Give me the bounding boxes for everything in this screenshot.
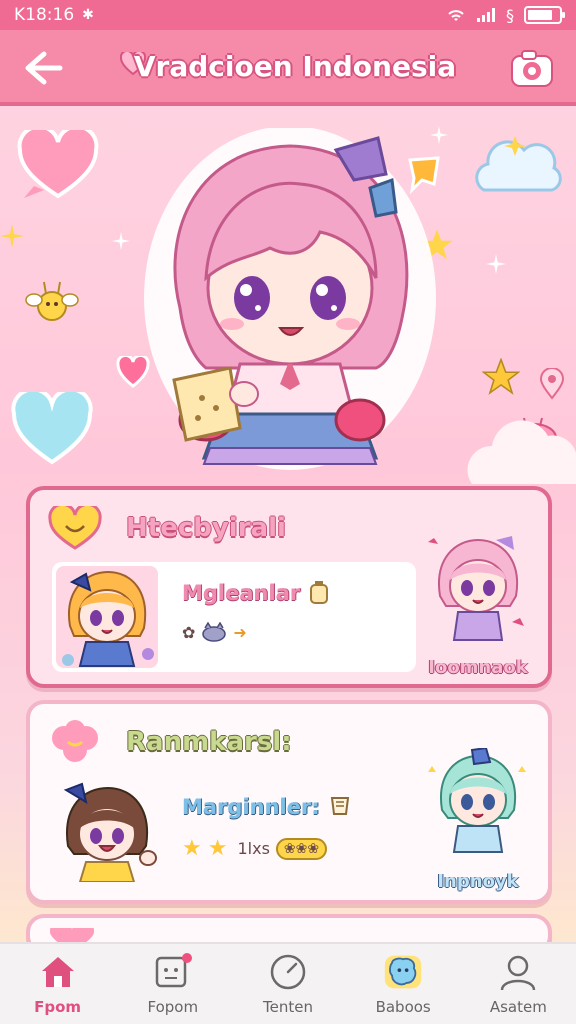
- sparkle-icon: [112, 232, 130, 250]
- chibi-girl-illustration: [144, 128, 436, 470]
- app-bar: Vradcioen Indonesia: [0, 30, 576, 106]
- nav-item-profile[interactable]: Asatem: [468, 952, 568, 1016]
- camera-button[interactable]: [508, 44, 556, 92]
- bee-icon: [25, 281, 79, 321]
- person-icon: [498, 952, 538, 992]
- lantern-icon: [310, 581, 329, 604]
- home-icon: [38, 952, 78, 992]
- sparkle-icon: [0, 224, 24, 248]
- item-rating: ★ ★ 1lxs ❀❀❀: [182, 836, 328, 861]
- sync-icon: §: [506, 5, 514, 25]
- card-header: Htecbyirali: [48, 506, 286, 550]
- teal-hair-chibi-avatar: [428, 746, 526, 853]
- face-icon: [383, 952, 423, 992]
- card-title: Ranmkarsl:: [126, 727, 292, 757]
- pink-chibi-avatar: [428, 536, 524, 641]
- status-bar: K18:16 ✱ §: [0, 0, 576, 30]
- nav-item-face[interactable]: Baboos: [353, 952, 453, 1016]
- arrow-right-icon: ➜: [233, 622, 247, 642]
- nav-label: Fpom: [34, 998, 82, 1016]
- nav-item-chat[interactable]: Fopom: [123, 952, 223, 1016]
- clock-icon: [268, 952, 308, 992]
- side-character-label: Inpnoyk: [437, 871, 519, 892]
- item-thumbnail: [56, 780, 158, 882]
- chat-icon: [153, 952, 193, 992]
- blue-heart-icon: [11, 392, 93, 465]
- side-character[interactable]: Ioomnaok: [426, 534, 530, 684]
- location-pin-icon: [539, 368, 565, 400]
- category-card[interactable]: Htecbyirali Mgleanlar ✿ ➜ Ioomnaok: [26, 486, 552, 688]
- battery-fill: [528, 10, 552, 20]
- flower-heart-icon: [52, 720, 98, 762]
- nav-item-home[interactable]: Fpom: [8, 952, 108, 1016]
- gear-icon: ✱: [82, 7, 94, 23]
- side-character-label: Ioomnaok: [428, 657, 528, 678]
- nav-item-clock[interactable]: Tenten: [238, 952, 338, 1016]
- signal-icon: [477, 8, 495, 22]
- side-character[interactable]: Inpnoyk: [426, 746, 530, 898]
- shell-icon: [330, 797, 349, 815]
- smiley-heart-icon: [48, 506, 102, 550]
- item-name: Marginnler:: [182, 794, 352, 820]
- brown-hair-chibi-avatar: [63, 782, 157, 882]
- app-title-text: Vradcioen Indonesia: [133, 49, 457, 83]
- bottom-navigation: Fpom Fopom Tenten Baboos Asatem: [0, 942, 576, 1024]
- pink-heart-bubble-icon: [17, 130, 99, 199]
- sparkle-icon: [486, 254, 506, 274]
- battery-icon: [524, 6, 565, 24]
- item-icons: ✿ ➜: [182, 622, 247, 642]
- star-icon: [482, 358, 520, 395]
- camera-icon: [511, 50, 553, 87]
- nav-label: Fopom: [147, 998, 199, 1016]
- star-icon: ★: [207, 836, 228, 861]
- white-cloud-icon: [467, 420, 576, 484]
- rating-text: 1lxs: [237, 839, 270, 858]
- item-name-text: Mgleanlar: [182, 581, 301, 605]
- nav-label: Asatem: [489, 998, 547, 1016]
- cat-icon: [202, 622, 227, 642]
- featured-item-panel[interactable]: Marginnler: ★ ★ 1lxs ❀❀❀: [52, 776, 416, 886]
- featured-item-panel[interactable]: Mgleanlar ✿ ➜: [52, 562, 416, 672]
- star-icon: ★: [182, 836, 202, 861]
- hero-illustration: [0, 106, 576, 486]
- blonde-chibi-avatar: [62, 570, 154, 667]
- status-left: K18:16 ✱: [14, 5, 94, 25]
- badge-pill: ❀❀❀: [275, 837, 328, 860]
- category-card[interactable]: Ranmkarsl: Marginnler: ★ ★ 1lxs ❀❀❀ Inpn…: [26, 700, 552, 904]
- item-name: Mgleanlar: [182, 580, 330, 606]
- flower-icon: ✿: [182, 622, 196, 642]
- item-name-text: Marginnler:: [182, 795, 320, 819]
- card-header: Ranmkarsl:: [48, 720, 292, 764]
- nav-label: Tenten: [262, 998, 313, 1016]
- status-right: §: [446, 5, 565, 25]
- wifi-icon: [448, 10, 464, 21]
- card-title: Htecbyirali: [126, 513, 286, 543]
- arrow-left-icon: [25, 51, 63, 85]
- item-thumbnail: [56, 566, 158, 668]
- nav-label: Baboos: [375, 998, 431, 1016]
- app-title: Vradcioen Indonesia: [119, 49, 457, 83]
- back-button[interactable]: [20, 44, 68, 92]
- status-time: K18:16: [14, 5, 75, 25]
- cloud-icon: [475, 136, 562, 192]
